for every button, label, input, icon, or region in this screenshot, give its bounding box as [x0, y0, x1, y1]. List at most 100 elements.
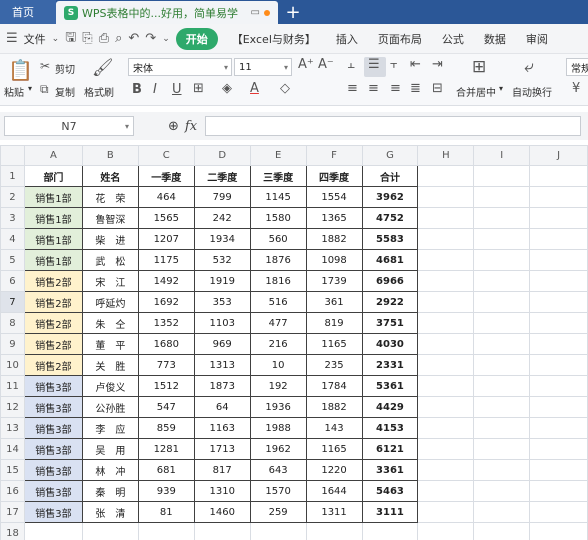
grid-cell[interactable] — [137, 522, 195, 540]
row-header[interactable]: 10 — [0, 354, 25, 376]
quarter-cell[interactable]: 1281 — [137, 438, 195, 460]
column-header-f[interactable]: F — [305, 145, 363, 166]
align-left-icon[interactable]: ≡ — [347, 81, 358, 96]
total-cell[interactable]: 2922 — [361, 291, 419, 313]
grid-cell[interactable] — [473, 165, 531, 187]
dept-cell[interactable]: 销售2部 — [23, 354, 83, 376]
grid-cell[interactable] — [529, 375, 588, 397]
column-header-b[interactable]: B — [81, 145, 139, 166]
quarter-cell[interactable]: 1145 — [249, 186, 307, 208]
menu-formulas[interactable]: 公式 — [442, 31, 464, 47]
fill-color-icon[interactable]: ◈ — [222, 81, 232, 96]
grid-cell[interactable] — [473, 333, 531, 355]
menu-data[interactable]: 数据 — [484, 31, 506, 47]
dept-cell[interactable]: 销售3部 — [23, 396, 83, 418]
quarter-cell[interactable]: 1554 — [305, 186, 363, 208]
quarter-cell[interactable]: 64 — [193, 396, 251, 418]
column-header-i[interactable]: I — [473, 145, 531, 166]
font-size-select[interactable]: 11 ▾ — [234, 58, 292, 76]
quarter-cell[interactable]: 1816 — [249, 270, 307, 292]
grid-cell[interactable] — [417, 438, 475, 460]
quarter-cell[interactable]: 1680 — [137, 333, 195, 355]
grid-cell[interactable] — [417, 186, 475, 208]
grid-cell[interactable] — [529, 228, 588, 250]
header-cell[interactable]: 一季度 — [137, 165, 195, 187]
grid-cell[interactable] — [473, 228, 531, 250]
grid-cell[interactable] — [473, 312, 531, 334]
row-header[interactable]: 11 — [0, 375, 25, 397]
quarter-cell[interactable]: 799 — [193, 186, 251, 208]
quarter-cell[interactable]: 353 — [193, 291, 251, 313]
grid-cell[interactable] — [417, 375, 475, 397]
row-header[interactable]: 4 — [0, 228, 25, 250]
quarter-cell[interactable]: 969 — [193, 333, 251, 355]
hamburger-menu-icon[interactable]: ☰ — [6, 31, 18, 46]
grid-cell[interactable] — [417, 354, 475, 376]
row-header[interactable]: 17 — [0, 501, 25, 523]
borders-icon[interactable]: ⊞ — [193, 81, 204, 96]
name-cell[interactable]: 柴 进 — [81, 228, 139, 250]
dept-cell[interactable]: 销售2部 — [23, 291, 83, 313]
header-cell[interactable]: 姓名 — [81, 165, 139, 187]
grid-cell[interactable] — [529, 354, 588, 376]
name-cell[interactable]: 卢俊义 — [81, 375, 139, 397]
quarter-cell[interactable]: 143 — [305, 417, 363, 439]
dept-cell[interactable]: 销售3部 — [23, 480, 83, 502]
quarter-cell[interactable]: 1165 — [305, 438, 363, 460]
grid-cell[interactable] — [473, 270, 531, 292]
align-right-icon[interactable]: ≡ — [390, 81, 401, 96]
quarter-cell[interactable]: 1175 — [137, 249, 195, 271]
chevron-down-icon[interactable]: ⌄ — [52, 34, 60, 44]
font-color-icon[interactable]: A — [250, 81, 259, 96]
dept-cell[interactable]: 销售1部 — [23, 228, 83, 250]
column-header-a[interactable]: A — [23, 145, 83, 166]
quarter-cell[interactable]: 1570 — [249, 480, 307, 502]
menu-insert[interactable]: 插入 — [336, 31, 358, 47]
paste-icon[interactable]: 📋 — [8, 58, 33, 82]
row-header[interactable]: 15 — [0, 459, 25, 481]
align-center-icon[interactable]: ≡ — [368, 81, 379, 96]
quarter-cell[interactable]: 1936 — [249, 396, 307, 418]
row-header[interactable]: 7 — [0, 291, 25, 313]
grid-cell[interactable] — [417, 501, 475, 523]
quarter-cell[interactable]: 1220 — [305, 459, 363, 481]
wrap-text-button[interactable]: 自动换行 — [512, 84, 552, 99]
grid-cell[interactable] — [473, 501, 531, 523]
grid-cell[interactable] — [473, 291, 531, 313]
grid-cell[interactable] — [529, 270, 588, 292]
header-cell[interactable]: 四季度 — [305, 165, 363, 187]
header-cell[interactable]: 部门 — [23, 165, 83, 187]
quarter-cell[interactable]: 819 — [305, 312, 363, 334]
dept-cell[interactable]: 销售3部 — [23, 375, 83, 397]
row-header[interactable]: 6 — [0, 270, 25, 292]
quarter-cell[interactable]: 1739 — [305, 270, 363, 292]
column-header-g[interactable]: G — [361, 145, 419, 166]
row-header[interactable]: 2 — [0, 186, 25, 208]
row-header[interactable]: 5 — [0, 249, 25, 271]
total-cell[interactable]: 3751 — [361, 312, 419, 334]
grid-cell[interactable] — [529, 438, 588, 460]
name-cell[interactable]: 武 松 — [81, 249, 139, 271]
grid-cell[interactable] — [417, 270, 475, 292]
paste-button[interactable]: 粘贴 — [4, 84, 24, 99]
name-cell[interactable]: 秦 明 — [81, 480, 139, 502]
merge-center-button[interactable]: 合并居中 — [456, 84, 496, 99]
dept-cell[interactable]: 销售2部 — [23, 312, 83, 334]
quarter-cell[interactable]: 1352 — [137, 312, 195, 334]
column-header-d[interactable]: D — [193, 145, 251, 166]
quarter-cell[interactable]: 1512 — [137, 375, 195, 397]
column-header-c[interactable]: C — [137, 145, 195, 166]
undo-icon[interactable]: ↶ — [128, 31, 139, 46]
name-cell[interactable]: 公孙胜 — [81, 396, 139, 418]
total-cell[interactable]: 5463 — [361, 480, 419, 502]
grid-cell[interactable] — [193, 522, 251, 540]
export-icon[interactable]: ⎘ — [82, 31, 92, 46]
save-icon[interactable]: 🖫 — [65, 28, 76, 50]
grid-cell[interactable] — [473, 354, 531, 376]
distributed-icon[interactable]: ⊟ — [432, 81, 443, 96]
format-painter-button[interactable]: 格式刷 — [84, 84, 114, 99]
menu-page-layout[interactable]: 页面布局 — [378, 31, 422, 47]
row-header[interactable]: 14 — [0, 438, 25, 460]
quarter-cell[interactable]: 1163 — [193, 417, 251, 439]
grid-cell[interactable] — [23, 522, 83, 540]
